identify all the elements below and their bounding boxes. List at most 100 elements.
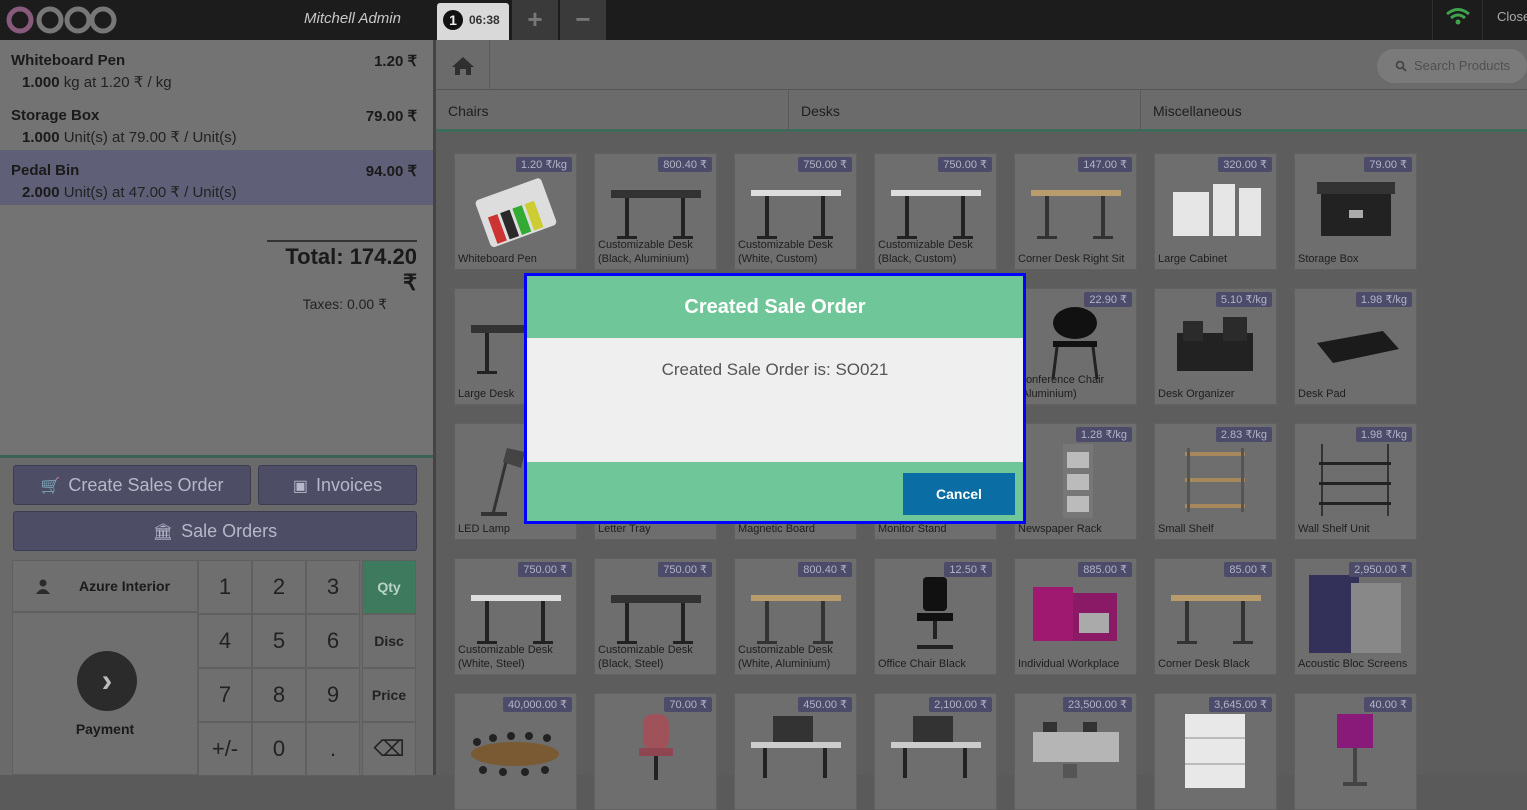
category-bar: Chairs Desks Miscellaneous [436, 90, 1527, 132]
line-product-name: Whiteboard Pen [11, 52, 126, 69]
product-price: 1.98 ₹/kg [1355, 292, 1412, 307]
product-card[interactable]: 22.90 ₹ Conference Chair (Aluminium) [1014, 288, 1137, 405]
line-unit-info: Unit(s) at 79.00 ₹ / Unit(s) [59, 129, 237, 146]
payment-button[interactable]: › Payment [12, 612, 198, 775]
product-card[interactable]: 1.98 ₹/kg Desk Pad [1294, 288, 1417, 405]
product-card[interactable]: 800.40 ₹ Customizable Desk (White, Alumin… [734, 558, 857, 675]
product-image [1031, 190, 1121, 239]
home-button[interactable] [436, 40, 490, 90]
product-card[interactable]: 70.00 ₹ [594, 693, 717, 810]
product-price: 320.00 ₹ [1218, 157, 1272, 172]
product-card[interactable]: 85.00 ₹ Corner Desk Black [1154, 558, 1277, 675]
product-card[interactable]: 23,500.00 ₹ [1014, 693, 1137, 810]
product-card[interactable]: 40,000.00 ₹ [454, 693, 577, 810]
product-card[interactable]: 750.00 ₹ Customizable Desk (White, Steel) [454, 558, 577, 675]
product-card[interactable]: 79.00 ₹ Storage Box [1294, 153, 1417, 270]
product-name: Magnetic Board [738, 523, 816, 535]
product-price: 750.00 ₹ [938, 157, 992, 172]
product-name: Customizable Desk (White, Steel) [458, 644, 553, 670]
order-line[interactable]: Storage Box 79.00 ₹ 1.000 Unit(s) at 79.… [0, 95, 433, 150]
order-line[interactable]: Whiteboard Pen 1.20 ₹ 1.000 kg at 1.20 ₹… [0, 40, 433, 95]
product-card[interactable]: 2,100.00 ₹ [874, 693, 997, 810]
money-icon: ▣ [292, 478, 309, 495]
price-mode-button[interactable]: Price [362, 668, 416, 722]
numpad-key-2[interactable]: 2 [252, 560, 306, 614]
product-image [1033, 587, 1117, 641]
product-card[interactable]: 750.00 ₹ Customizable Desk (Black, Steel) [594, 558, 717, 675]
backspace-button[interactable]: ⌫ [362, 722, 416, 776]
cart-icon: 🛒 [40, 478, 61, 495]
product-card[interactable]: 1.28 ₹/kg Newspaper Rack [1014, 423, 1137, 540]
created-sale-order-dialog: Created Sale Order Created Sale Order is… [524, 273, 1026, 524]
search-placeholder: Search Products [1414, 58, 1511, 73]
numpad-key-8[interactable]: 8 [252, 668, 306, 722]
product-image [751, 595, 841, 644]
product-price: 3,645.00 ₹ [1209, 697, 1272, 712]
product-name: Monitor Stand [878, 523, 947, 535]
close-button[interactable]: Close [1482, 0, 1527, 40]
product-card[interactable]: 40.00 ₹ [1294, 693, 1417, 810]
product-price: 800.40 ₹ [658, 157, 712, 172]
product-price: 12.50 ₹ [944, 562, 992, 577]
product-card[interactable]: 2,950.00 ₹ Acoustic Bloc Screens [1294, 558, 1417, 675]
sale-orders-button[interactable]: 🏛 Sale Orders [13, 511, 417, 551]
product-card[interactable]: 12.50 ₹ Office Chair Black [874, 558, 997, 675]
product-card[interactable]: 320.00 ₹ Large Cabinet [1154, 153, 1277, 270]
numpad-key-3[interactable]: 3 [306, 560, 360, 614]
product-price: 40,000.00 ₹ [503, 697, 572, 712]
product-price: 750.00 ₹ [798, 157, 852, 172]
disc-mode-button[interactable]: Disc [362, 614, 416, 668]
create-sales-order-button[interactable]: 🛒 Create Sales Order [13, 465, 251, 505]
category-chairs[interactable]: Chairs [436, 90, 789, 132]
order-tab[interactable]: 1 06:38 [437, 3, 509, 40]
category-desks[interactable]: Desks [789, 90, 1141, 132]
dialog-title: Created Sale Order [527, 276, 1023, 338]
category-miscellaneous[interactable]: Miscellaneous [1141, 90, 1527, 132]
product-card[interactable]: 750.00 ₹ Customizable Desk (Black, Custom… [874, 153, 997, 270]
product-name: Office Chair Black [878, 658, 966, 670]
numpad-key-plusminus[interactable]: +/- [198, 722, 252, 776]
product-card[interactable]: 1.98 ₹/kg Wall Shelf Unit [1294, 423, 1417, 540]
product-name: LED Lamp [458, 523, 510, 535]
qty-mode-button[interactable]: Qty [362, 560, 416, 614]
username: Mitchell Admin [304, 10, 401, 27]
product-image [891, 190, 981, 239]
numpad-key-1[interactable]: 1 [198, 560, 252, 614]
cancel-button[interactable]: Cancel [903, 473, 1015, 515]
product-card[interactable]: 3,645.00 ₹ [1154, 693, 1277, 810]
product-price: 22.90 ₹ [1084, 292, 1132, 307]
numpad-key-dot[interactable]: . [306, 722, 360, 776]
numpad-key-7[interactable]: 7 [198, 668, 252, 722]
line-price: 79.00 ₹ [365, 108, 417, 125]
product-name: Corner Desk Right Sit [1018, 253, 1125, 265]
product-image [1309, 575, 1401, 653]
order-total: Total: 174.20 ₹ [267, 240, 417, 296]
product-image [751, 716, 841, 778]
product-card[interactable]: 1.20 ₹/kg Whiteboard Pen [454, 153, 577, 270]
order-line-selected[interactable]: Pedal Bin 94.00 ₹ 2.000 Unit(s) at 47.00… [0, 150, 433, 205]
numpad-key-5[interactable]: 5 [252, 614, 306, 668]
product-card[interactable]: 750.00 ₹ Customizable Desk (White, Custom… [734, 153, 857, 270]
product-name: Wall Shelf Unit [1298, 523, 1370, 535]
product-name: Customizable Desk (Black, Aluminium) [598, 239, 693, 265]
product-name: Individual Workplace [1018, 658, 1120, 670]
add-order-button[interactable]: + [512, 0, 558, 40]
product-card[interactable]: 885.00 ₹ Individual Workplace [1014, 558, 1137, 675]
product-card[interactable]: 147.00 ₹ Corner Desk Right Sit [1014, 153, 1137, 270]
numpad-key-0[interactable]: 0 [252, 722, 306, 776]
product-card[interactable]: 2.83 ₹/kg Small Shelf [1154, 423, 1277, 540]
numpad-key-4[interactable]: 4 [198, 614, 252, 668]
product-name: Storage Box [1298, 253, 1359, 265]
customer-button[interactable]: Azure Interior [12, 560, 198, 612]
numpad-key-9[interactable]: 9 [306, 668, 360, 722]
product-card[interactable]: 5.10 ₹/kg Desk Organizer [1154, 288, 1277, 405]
product-image [1177, 317, 1253, 371]
wifi-icon [1432, 0, 1482, 40]
line-qty: 2.000 [22, 184, 60, 201]
product-card[interactable]: 450.00 ₹ [734, 693, 857, 810]
numpad-key-6[interactable]: 6 [306, 614, 360, 668]
invoices-button[interactable]: ▣ Invoices [258, 465, 417, 505]
product-card[interactable]: 800.40 ₹ Customizable Desk (Black, Alumin… [594, 153, 717, 270]
remove-order-button[interactable]: − [560, 0, 606, 40]
search-input[interactable]: Search Products [1377, 49, 1527, 83]
